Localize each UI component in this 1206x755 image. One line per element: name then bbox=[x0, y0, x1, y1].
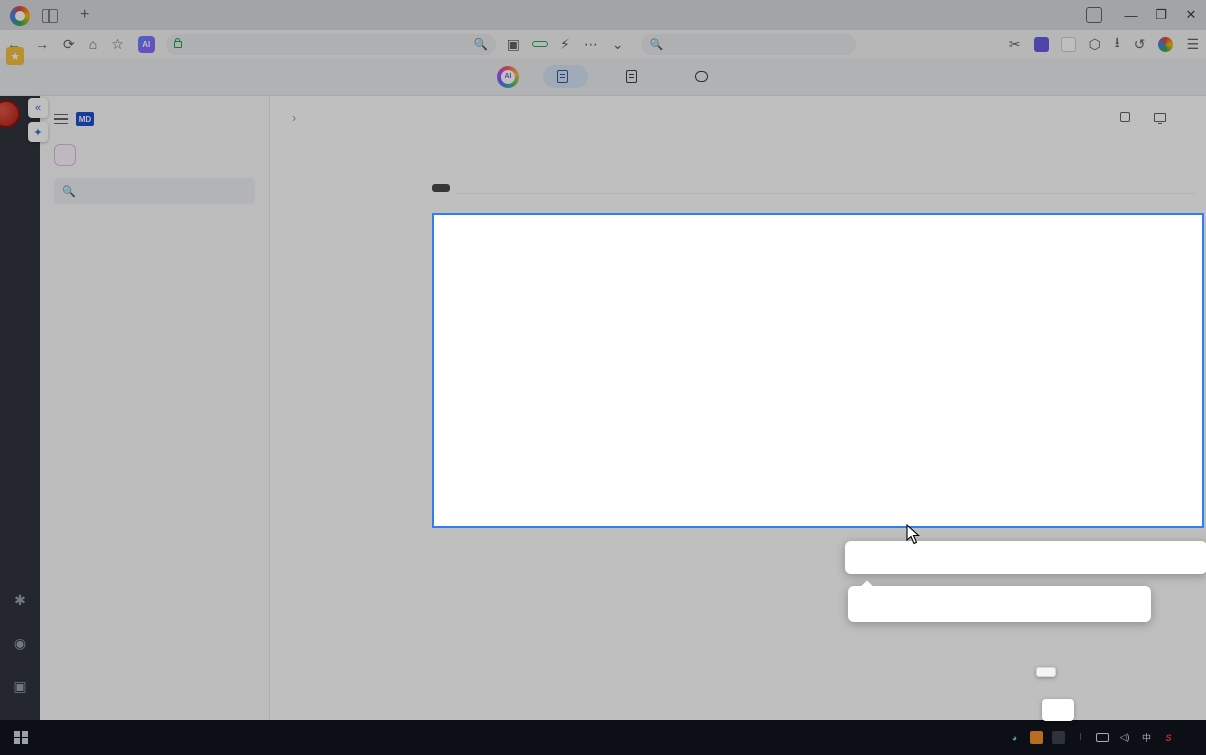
ask-chat-icon bbox=[695, 71, 708, 82]
viewer-bar bbox=[0, 58, 1206, 96]
editor-toolbar bbox=[456, 168, 1196, 194]
windows-logo-icon bbox=[14, 730, 28, 745]
left-rail: ✱ ◉ ▣ bbox=[0, 96, 40, 720]
browser-toolbar: ← → ⟳ ⌂ ☆ AI 🔍 ▣ ⚡ ⋯ ⌄ 🔍 ✂ ⬡ ⭳ ↺ ☰ bbox=[0, 30, 1206, 58]
snip-color-panel bbox=[848, 586, 1151, 622]
taskbar: ◕ 𝄀 ◁) 中 S bbox=[0, 720, 1206, 755]
address-bar[interactable]: 🔍 bbox=[165, 33, 496, 55]
collapse-sidebar-button[interactable]: « bbox=[28, 98, 48, 118]
red-seal-badge[interactable] bbox=[0, 100, 20, 128]
original-doc-icon bbox=[557, 70, 568, 83]
more-dots-icon[interactable]: ⋯ bbox=[584, 36, 598, 53]
history-icon[interactable]: ↺ bbox=[1134, 36, 1146, 53]
tray-tooltip bbox=[1036, 667, 1056, 677]
tab-ask[interactable] bbox=[681, 66, 728, 87]
magic-wand-button[interactable]: ✦ bbox=[28, 122, 48, 142]
split-view-icon[interactable] bbox=[42, 9, 58, 23]
close-button[interactable]: ✕ bbox=[1176, 0, 1206, 30]
toc-title[interactable] bbox=[270, 196, 450, 214]
tab-original[interactable] bbox=[543, 65, 588, 88]
directory-label bbox=[40, 218, 269, 232]
sidebar-menu-icon[interactable] bbox=[54, 114, 68, 124]
md-logo-icon: MD bbox=[76, 112, 94, 126]
toc-panel bbox=[270, 196, 450, 720]
search-icon: 🔍 bbox=[649, 38, 664, 51]
monitor-icon bbox=[1154, 113, 1166, 124]
toolbar-right: ✂ ⬡ ⭳ ↺ ☰ bbox=[1002, 32, 1206, 56]
sidebar-header: MD bbox=[40, 96, 269, 136]
workspace-avatar bbox=[54, 144, 76, 166]
tray-display-icon[interactable] bbox=[1096, 733, 1109, 742]
app-area: ✱ ◉ ▣ « ✦ MD 🔍 › bbox=[0, 96, 1206, 720]
bookmark-star-icon[interactable]: ☆ bbox=[111, 36, 124, 53]
tray-chevron-icon[interactable]: ◕ bbox=[1008, 731, 1021, 744]
download-icon[interactable]: ⭳ bbox=[1115, 32, 1120, 56]
tray-orange-app-icon[interactable] bbox=[1030, 731, 1043, 744]
extensions-puzzle-icon[interactable]: ⬡ bbox=[1089, 36, 1101, 53]
window-controls: — ❐ ✕ bbox=[1086, 0, 1206, 30]
doc-sidebar: MD 🔍 bbox=[40, 96, 270, 720]
fullscreen-icon bbox=[1120, 112, 1130, 122]
tray-microphone-icon[interactable]: 𝄀 bbox=[1074, 731, 1087, 744]
ai-assistant-icon[interactable]: AI bbox=[137, 35, 155, 53]
mouse-cursor bbox=[906, 524, 920, 545]
image-icon[interactable]: ▣ bbox=[507, 36, 520, 53]
input-method-bar bbox=[1042, 699, 1074, 721]
history-clock-icon[interactable]: ◉ bbox=[14, 635, 26, 652]
main-panel: › bbox=[270, 96, 1206, 720]
extension-white-icon[interactable] bbox=[1060, 36, 1076, 52]
forward-icon[interactable]: → bbox=[35, 36, 49, 52]
menu-icon[interactable]: ☰ bbox=[1186, 36, 1199, 53]
document-page bbox=[450, 140, 1206, 720]
tab-count-badge[interactable] bbox=[1086, 7, 1102, 23]
snip-size-label bbox=[432, 184, 450, 192]
breadcrumb-separator: › bbox=[292, 111, 297, 125]
open-file-button[interactable] bbox=[532, 41, 548, 47]
extension-purple-icon[interactable] bbox=[1033, 36, 1049, 52]
search-icon: 🔍 bbox=[62, 185, 76, 198]
summary-doc-icon bbox=[626, 70, 637, 83]
rail-bottom: ✱ ◉ ▣ bbox=[13, 592, 26, 720]
chevron-down-icon[interactable]: ⌄ bbox=[612, 36, 624, 53]
browser-menu-logo-icon[interactable] bbox=[1158, 36, 1174, 52]
workbench-icon[interactable]: ▣ bbox=[13, 678, 26, 695]
lightning-icon[interactable]: ⚡ bbox=[560, 36, 570, 53]
reload-icon[interactable]: ⟳ bbox=[63, 36, 75, 53]
tray-ime-icon[interactable]: 中 bbox=[1140, 731, 1153, 744]
minimize-button[interactable]: — bbox=[1116, 0, 1146, 30]
home-icon[interactable]: ⌂ bbox=[89, 36, 97, 52]
tray-sogou-icon[interactable]: S bbox=[1162, 731, 1175, 744]
new-tab-button[interactable]: + bbox=[80, 6, 89, 24]
quick-search-box[interactable]: 🔍 bbox=[640, 33, 856, 55]
lock-icon bbox=[173, 37, 182, 48]
scissors-icon[interactable]: ✂ bbox=[1009, 36, 1021, 53]
fullscreen-button[interactable] bbox=[1120, 111, 1134, 125]
pinned-star-icon[interactable]: ★ bbox=[6, 47, 24, 65]
browser-logo-icon[interactable] bbox=[10, 6, 30, 26]
start-button[interactable] bbox=[0, 720, 42, 755]
knowledge-search-input[interactable]: 🔍 bbox=[54, 178, 255, 204]
tab-strip: + — ❐ ✕ bbox=[0, 0, 1206, 30]
tab-summary[interactable] bbox=[612, 65, 657, 88]
plugin-icon[interactable]: ✱ bbox=[14, 592, 26, 609]
system-tray: ◕ 𝄀 ◁) 中 S bbox=[1008, 720, 1206, 755]
maximize-button[interactable]: ❐ bbox=[1146, 0, 1176, 30]
snip-toolbar bbox=[845, 541, 1206, 574]
page-zoom-icon[interactable]: 🔍 bbox=[473, 37, 487, 51]
present-mode-button[interactable] bbox=[1154, 111, 1170, 125]
workspace-row[interactable] bbox=[40, 136, 269, 178]
screen: + — ❐ ✕ ← → ⟳ ⌂ ☆ AI 🔍 ▣ ⚡ ⋯ ⌄ 🔍 ✂ ⬡ ⭳ ↺… bbox=[0, 0, 1206, 755]
tray-volume-icon[interactable]: ◁) bbox=[1118, 731, 1131, 744]
breadcrumb: › bbox=[270, 96, 1206, 140]
ai-logo-icon bbox=[497, 65, 519, 88]
tray-shield-icon[interactable] bbox=[1052, 731, 1065, 744]
